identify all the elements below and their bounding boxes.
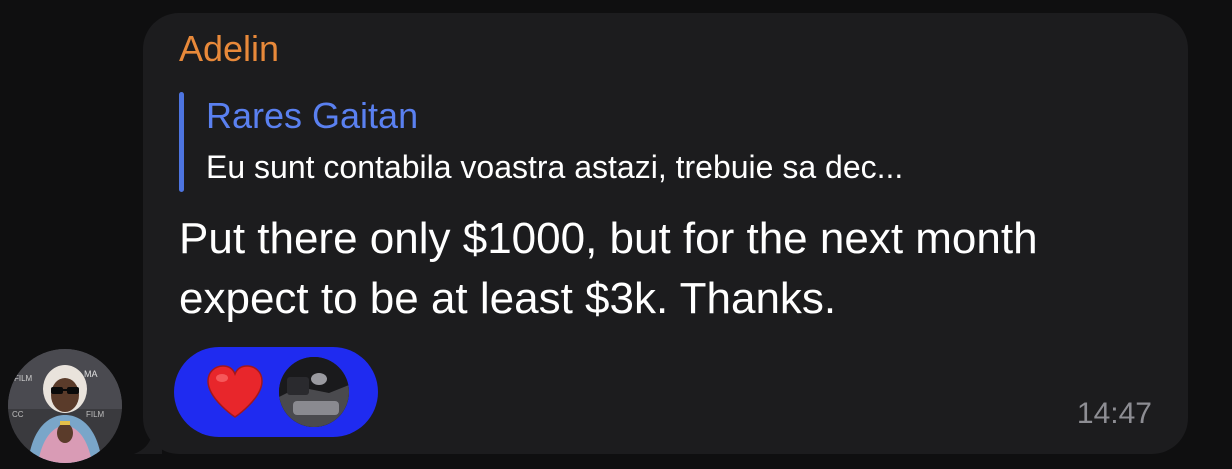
svg-text:FILM: FILM xyxy=(14,374,33,383)
message-bubble[interactable]: Adelin Rares Gaitan Eu sunt contabila vo… xyxy=(143,13,1188,454)
sender-avatar[interactable]: FILM MA CC FILM xyxy=(8,349,122,463)
reactor-avatar[interactable] xyxy=(279,357,349,427)
reply-bar xyxy=(179,92,184,192)
reactor-photo xyxy=(279,357,349,427)
reply-quote[interactable]: Rares Gaitan Eu sunt contabila voastra a… xyxy=(179,92,1159,192)
reaction-pill[interactable] xyxy=(174,347,378,437)
svg-text:FILM: FILM xyxy=(86,410,105,419)
chat-view: FILM MA CC FILM Adelin Rares Gaitan Eu s… xyxy=(0,0,1232,469)
reply-preview: Eu sunt contabila voastra astazi, trebui… xyxy=(206,149,904,185)
message-time: 14:47 xyxy=(1076,397,1152,430)
sender-name[interactable]: Adelin xyxy=(179,27,279,71)
svg-text:CC: CC xyxy=(12,410,24,419)
reply-author: Rares Gaitan xyxy=(206,95,419,136)
avatar-photo: FILM MA CC FILM xyxy=(8,349,122,463)
svg-text:MA: MA xyxy=(84,369,98,379)
message-text: Put there only $1000, but for the next m… xyxy=(179,214,1038,323)
red-heart-icon xyxy=(207,365,263,418)
